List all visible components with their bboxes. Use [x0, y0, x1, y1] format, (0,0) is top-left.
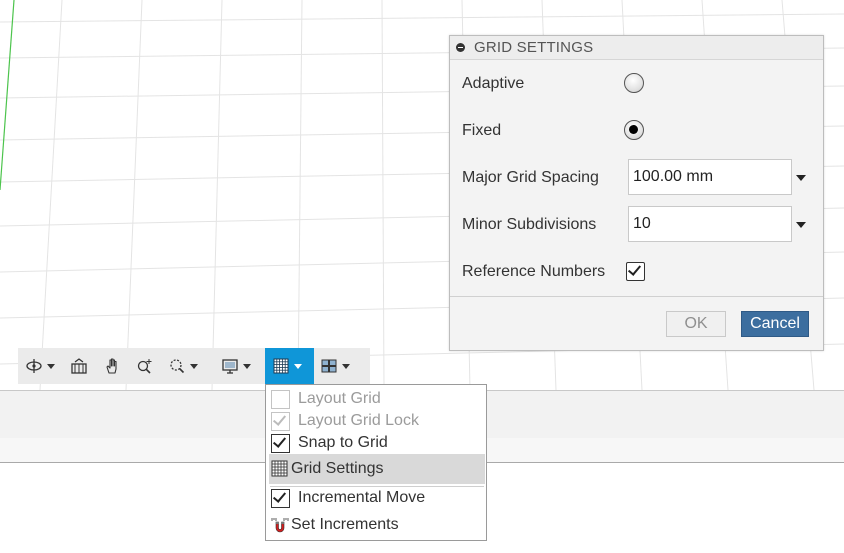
chevron-down-icon — [342, 363, 350, 369]
orbit-icon — [26, 359, 42, 373]
adaptive-radio[interactable] — [624, 73, 644, 93]
cancel-button[interactable]: Cancel — [741, 311, 809, 337]
minor-subdivisions-dropdown-icon[interactable] — [796, 222, 806, 228]
menu-item-label: Layout Grid — [298, 390, 381, 407]
menu-item-layout-grid[interactable]: Layout Grid — [266, 388, 486, 410]
fit-zoom-icon — [170, 359, 185, 374]
display-settings-tool[interactable] — [221, 354, 251, 378]
fixed-radio[interactable] — [624, 120, 644, 140]
fixed-label: Fixed — [462, 122, 502, 139]
minor-subdivisions-input[interactable]: 10 — [628, 206, 792, 242]
y-axis-line — [0, 0, 15, 191]
chevron-down-icon — [47, 363, 55, 369]
grid-snaps-wrap — [272, 354, 302, 378]
grid-icon — [271, 460, 288, 477]
major-spacing-dropdown-icon[interactable] — [796, 175, 806, 181]
magnet-icon — [271, 518, 289, 533]
incremental-move-checkbox[interactable] — [271, 489, 290, 508]
major-grid-spacing-value: 100.00 mm — [633, 168, 714, 185]
menu-item-set-increments[interactable]: Set Increments — [266, 514, 486, 536]
dialog-titlebar[interactable]: GRID SETTINGS — [450, 36, 823, 60]
look-at-icon — [71, 358, 87, 374]
look-at-tool[interactable] — [70, 354, 88, 378]
pan-tool[interactable] — [104, 354, 122, 378]
menu-item-grid-settings[interactable]: Grid Settings — [269, 454, 485, 484]
minor-subdivisions-label: Minor Subdivisions — [462, 216, 597, 233]
ok-button[interactable]: OK — [666, 311, 726, 337]
menu-item-label: Snap to Grid — [298, 434, 388, 451]
layout-grid-lock-checkbox[interactable] — [271, 412, 290, 431]
major-grid-spacing-label: Major Grid Spacing — [462, 169, 599, 186]
zoom-icon — [137, 359, 152, 374]
orbit-tool[interactable] — [25, 354, 55, 378]
dialog-divider — [450, 296, 823, 297]
check-icon — [627, 262, 642, 276]
chevron-down-icon — [243, 363, 251, 369]
check-icon — [272, 489, 287, 503]
check-icon — [272, 434, 287, 448]
display-settings-icon — [222, 359, 238, 374]
minor-subdivisions-value: 10 — [633, 215, 651, 232]
menu-item-label: Grid Settings — [291, 460, 384, 477]
grid-snaps-icon — [273, 358, 289, 374]
fit-tool[interactable] — [168, 354, 198, 378]
navigation-toolbar — [18, 348, 370, 384]
menu-item-label: Set Increments — [291, 516, 399, 533]
menu-item-incremental-move[interactable]: Incremental Move — [266, 487, 486, 509]
grid-settings-dialog: GRID SETTINGS Adaptive Fixed Major Grid … — [449, 35, 824, 351]
menu-item-label: Layout Grid Lock — [298, 412, 419, 429]
chevron-down-icon — [294, 363, 302, 369]
menu-item-snap-to-grid[interactable]: Snap to Grid — [266, 432, 486, 454]
collapse-icon[interactable] — [456, 43, 465, 52]
viewports-tool[interactable] — [320, 354, 350, 378]
menu-item-layout-grid-lock[interactable]: Layout Grid Lock — [266, 410, 486, 432]
major-grid-spacing-input[interactable]: 100.00 mm — [628, 159, 792, 195]
grid-snaps-menu: Layout Grid Layout Grid Lock Snap to Gri… — [265, 384, 487, 541]
zoom-tool[interactable] — [136, 354, 154, 378]
reference-numbers-label: Reference Numbers — [462, 263, 606, 280]
chevron-down-icon — [190, 363, 198, 369]
adaptive-label: Adaptive — [462, 75, 525, 92]
pan-hand-icon — [106, 358, 117, 374]
dialog-title: GRID SETTINGS — [474, 39, 594, 56]
menu-item-label: Incremental Move — [298, 489, 426, 506]
check-icon — [272, 412, 287, 426]
reference-numbers-checkbox[interactable] — [626, 262, 645, 281]
grid-snaps-tool[interactable] — [265, 348, 314, 384]
layout-grid-checkbox[interactable] — [271, 390, 290, 409]
viewports-icon — [321, 359, 337, 373]
snap-to-grid-checkbox[interactable] — [271, 434, 290, 453]
